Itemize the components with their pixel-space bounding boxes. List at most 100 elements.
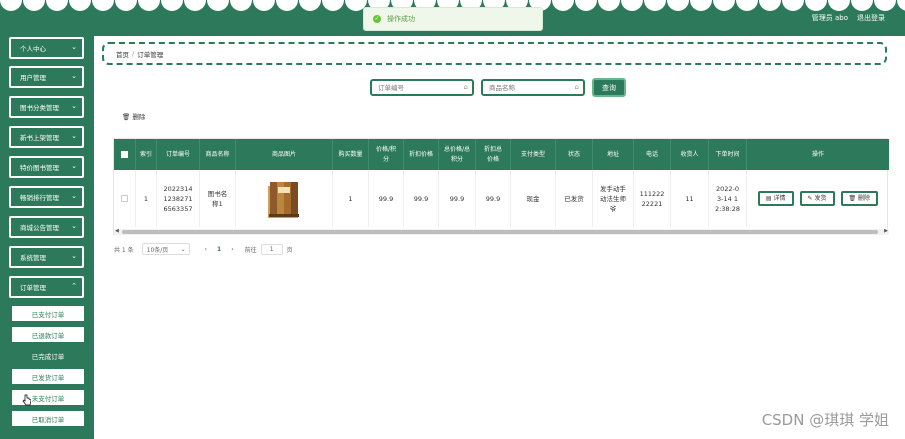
chevron-down-icon: ⌄ bbox=[71, 72, 77, 80]
detail-button[interactable]: ▤ 详情 bbox=[757, 191, 794, 206]
chevron-down-icon: ⌄ bbox=[180, 245, 186, 253]
breadcrumb: 首页 / 订单管理 bbox=[102, 42, 887, 65]
cell-index: 1 bbox=[136, 170, 157, 227]
submenu-shipped-orders[interactable]: 已发货订单 bbox=[12, 369, 84, 385]
scallop-shape bbox=[0, 0, 22, 11]
chevron-down-icon: ⌄ bbox=[71, 192, 77, 200]
page-size-select[interactable]: 10条/页 ⌄ bbox=[141, 243, 190, 255]
next-page-button[interactable]: › bbox=[231, 246, 233, 253]
product-name-search[interactable]: ⌂ bbox=[481, 79, 585, 96]
row-checkbox[interactable] bbox=[121, 195, 128, 202]
menu-personal-center[interactable]: 个人中心 ⌄ bbox=[9, 37, 84, 59]
row-select-cell bbox=[114, 170, 136, 227]
scroll-left-icon[interactable]: ◀ bbox=[115, 228, 119, 234]
scallop-shape bbox=[759, 0, 781, 11]
scallop-shape bbox=[115, 0, 137, 11]
product-name-input[interactable] bbox=[483, 81, 573, 94]
success-toast: ✓ 操作成功 bbox=[363, 7, 543, 31]
cell-product-image bbox=[236, 170, 333, 227]
scallop-shape bbox=[828, 0, 850, 11]
menu-special-price[interactable]: 特价图书管理 ⌄ bbox=[9, 156, 84, 178]
chevron-down-icon: ⌄ bbox=[71, 162, 77, 170]
menu-system[interactable]: 系统管理 ⌄ bbox=[9, 246, 84, 268]
scallop-shape bbox=[851, 0, 873, 11]
sidebar: 个人中心 ⌄ 用户管理 ⌄ 图书分类管理 ⌄ 新书上架管理 ⌄ 特价图书管理 ⌄ 畅销排行… bbox=[0, 36, 94, 439]
cell-address: 发手动手动法生师爷 bbox=[593, 170, 634, 227]
page-number[interactable]: 1 bbox=[217, 246, 221, 253]
scallop-shape bbox=[69, 0, 91, 11]
col-header: 操作 bbox=[811, 150, 824, 158]
scallop-shape bbox=[575, 0, 597, 11]
submenu-cancelled-orders[interactable]: 已取消订单 bbox=[12, 411, 84, 427]
breadcrumb-separator: / bbox=[132, 49, 135, 58]
submenu-completed-orders[interactable]: 已完成订单 bbox=[12, 348, 84, 364]
edit-icon: ✎ bbox=[807, 194, 813, 202]
order-number-search[interactable]: ⌂ bbox=[370, 79, 474, 96]
hand-cursor-icon bbox=[22, 394, 31, 406]
scroll-right-icon[interactable]: ▶ bbox=[884, 228, 888, 234]
order-number-input[interactable] bbox=[372, 81, 462, 94]
admin-user-label: 管理员 abo bbox=[811, 14, 848, 22]
scallop-shape bbox=[782, 0, 804, 11]
scallop-shape bbox=[253, 0, 275, 11]
ship-button[interactable]: ✎ 发货 bbox=[799, 191, 835, 206]
horizontal-scrollbar[interactable]: ◀ ▶ bbox=[114, 228, 889, 235]
chevron-down-icon: ⌄ bbox=[71, 132, 77, 140]
menu-user-management[interactable]: 用户管理 ⌄ bbox=[9, 66, 84, 88]
col-header: 下单时间 bbox=[709, 139, 747, 170]
submenu-refunded-orders[interactable]: 已退款订单 bbox=[12, 327, 84, 343]
col-header: 商品名称 bbox=[200, 139, 236, 170]
chevron-down-icon: ⌄ bbox=[71, 43, 77, 51]
menu-label: 畅销排行管理 bbox=[20, 194, 59, 202]
menu-label: 特价图书管理 bbox=[20, 164, 59, 172]
scallop-shape bbox=[621, 0, 643, 11]
col-header: 电话 bbox=[634, 139, 671, 170]
col-header: 订单编号 bbox=[157, 139, 200, 170]
cell-product-name: 图书名称1 bbox=[200, 170, 236, 227]
prev-page-button[interactable]: ‹ bbox=[205, 246, 207, 253]
scallop-shape bbox=[276, 0, 298, 11]
breadcrumb-home[interactable]: 首页 bbox=[116, 49, 129, 59]
menu-label: 新书上架管理 bbox=[20, 134, 59, 142]
search-button[interactable]: 查询 bbox=[592, 78, 626, 97]
scallop-shape bbox=[552, 0, 574, 11]
select-all-checkbox[interactable] bbox=[121, 151, 128, 158]
cell-order-time: 2022-03-14 12:38:28 bbox=[709, 170, 747, 227]
menu-new-books[interactable]: 新书上架管理 ⌄ bbox=[9, 126, 84, 148]
col-header: 折扣总价格 bbox=[476, 139, 511, 170]
menu-label: 商城公告管理 bbox=[20, 224, 59, 232]
batch-delete-button[interactable]: 🗑︎ 删除 bbox=[122, 111, 145, 121]
select-all-cell bbox=[114, 139, 136, 170]
scallop-shape bbox=[184, 0, 206, 11]
scallop-shape bbox=[207, 0, 229, 11]
menu-best-sellers[interactable]: 畅销排行管理 ⌄ bbox=[9, 186, 84, 208]
logout-link[interactable]: 退出登录 bbox=[857, 13, 885, 23]
menu-announcements[interactable]: 商城公告管理 ⌄ bbox=[9, 216, 84, 238]
submenu-paid-orders[interactable]: 已支付订单 bbox=[12, 306, 84, 322]
delete-button[interactable]: 🗑︎ 删除 bbox=[840, 191, 879, 206]
menu-category-management[interactable]: 图书分类管理 ⌄ bbox=[9, 96, 84, 118]
col-header: 收货人 bbox=[671, 139, 709, 170]
scallop-shape bbox=[644, 0, 666, 11]
check-circle-icon: ✓ bbox=[373, 15, 381, 23]
trash-icon: 🗑︎ bbox=[848, 194, 857, 202]
scallop-shape bbox=[667, 0, 689, 11]
scrollbar-thumb[interactable] bbox=[122, 230, 878, 234]
cell-quantity: 1 bbox=[333, 170, 369, 227]
chevron-up-icon: ⌃ bbox=[71, 282, 77, 290]
cell-price: 99.9 bbox=[369, 170, 404, 227]
ship-label: 发货 bbox=[814, 194, 827, 202]
col-header: 索引 bbox=[136, 139, 157, 170]
trash-icon: 🗑︎ bbox=[122, 113, 131, 121]
menu-orders[interactable]: 订单管理 ⌃ bbox=[9, 276, 84, 298]
lock-icon: ⌂ bbox=[574, 83, 579, 91]
scallop-shape bbox=[322, 0, 344, 11]
watermark: CSDN @琪琪 学姐 bbox=[761, 411, 889, 429]
orders-table: 索引 订单编号 商品名称 商品图片 购买数量 价格/积分 折扣价格 总价格/总积… bbox=[113, 138, 889, 235]
goto-page-input[interactable]: 1 bbox=[260, 243, 283, 255]
page-size-value: 10条/页 bbox=[146, 246, 169, 254]
scallop-shape bbox=[46, 0, 68, 11]
goto-label: 前往 bbox=[244, 246, 257, 254]
menu-label: 个人中心 bbox=[20, 45, 46, 53]
table-header: 索引 订单编号 商品名称 商品图片 购买数量 价格/积分 折扣价格 总价格/总积… bbox=[114, 139, 889, 170]
